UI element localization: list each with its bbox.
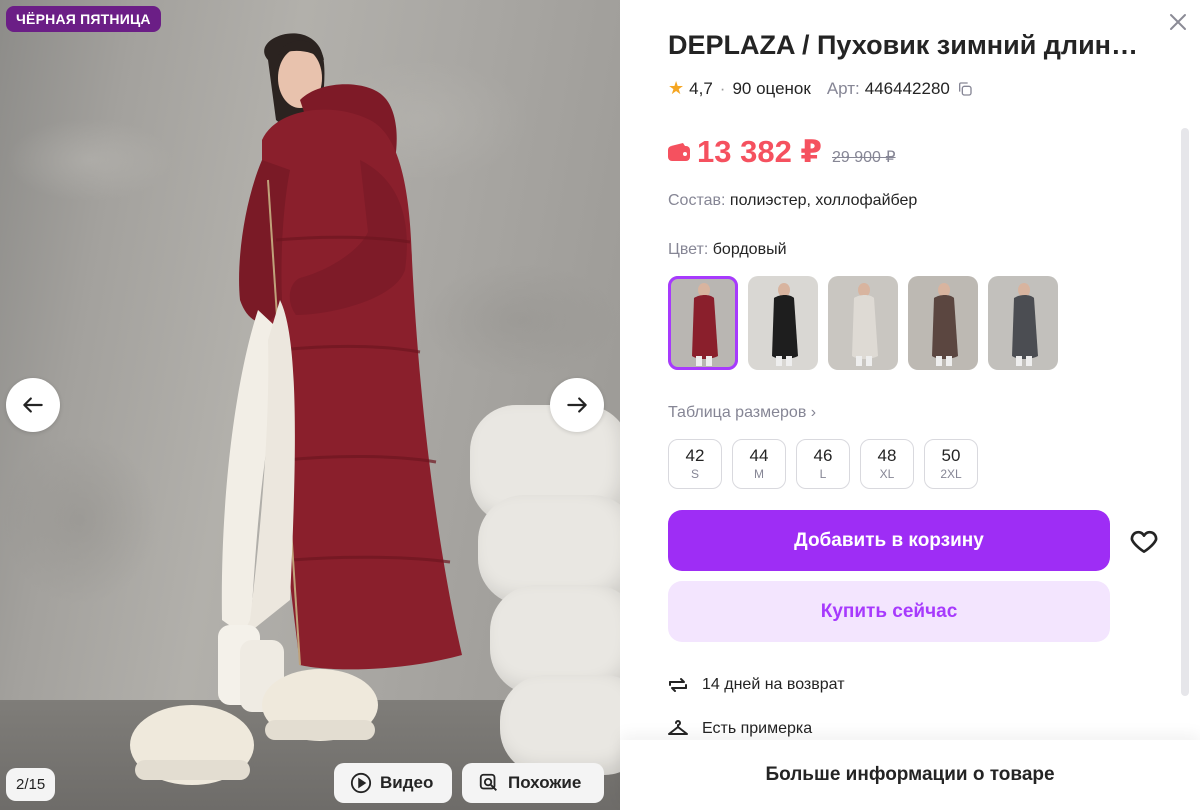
color-swatch[interactable] xyxy=(668,276,738,370)
image-search-icon xyxy=(479,773,497,791)
color-swatch[interactable] xyxy=(908,276,978,370)
color-swatch[interactable] xyxy=(988,276,1058,370)
composition-line: Состав: полиэстер, холлофайбер xyxy=(668,192,917,210)
more-info-button[interactable]: Больше информации о товаре xyxy=(620,740,1200,810)
price-row: 13 382 ₽ 29 900 ₽ xyxy=(668,134,896,170)
color-swatch[interactable] xyxy=(828,276,898,370)
arrow-right-icon xyxy=(567,397,587,413)
size-option[interactable]: 42 S xyxy=(668,439,722,489)
photo-counter: 2/15 xyxy=(6,768,56,801)
swatch-thumbnail xyxy=(1012,283,1038,366)
product-title: DEPLAZA / Пуховик зимний длин… xyxy=(668,30,1138,60)
size-option[interactable]: 44 M xyxy=(732,439,786,489)
product-meta: ★ 4,7 · 90 оценок Арт: 446442280 xyxy=(668,78,973,99)
size-letter: XL xyxy=(879,467,895,481)
old-price: 29 900 ₽ xyxy=(832,149,896,166)
composition-value: полиэстер, холлофайбер xyxy=(729,192,918,209)
swatch-thumbnail xyxy=(932,283,958,366)
add-to-cart-button[interactable]: Добавить в корзину xyxy=(668,510,1110,571)
model-in-coat-illustration xyxy=(130,33,462,785)
composition-label: Состав: xyxy=(668,192,726,209)
size-letter: L xyxy=(819,467,827,481)
product-photo[interactable]: ЧЁРНАЯ ПЯТНИЦА 2/15 Видео Похожие xyxy=(0,0,620,810)
arrow-left-icon xyxy=(23,397,43,413)
black-friday-badge: ЧЁРНАЯ ПЯТНИЦА xyxy=(6,6,161,32)
close-icon[interactable] xyxy=(1166,10,1190,34)
hanger-icon xyxy=(668,720,688,735)
similar-button[interactable]: Похожие xyxy=(462,763,604,803)
size-option[interactable]: 48 XL xyxy=(860,439,914,489)
next-photo-button[interactable] xyxy=(550,378,604,432)
color-label: Цвет: xyxy=(668,241,709,258)
color-swatches xyxy=(668,276,1058,370)
rating-value: 4,7 xyxy=(689,78,713,98)
size-selector: 42 S 44 M 46 L 48 XL 50 2XL xyxy=(668,439,978,489)
heart-icon[interactable] xyxy=(1128,525,1160,557)
similar-button-label: Похожие xyxy=(508,773,582,792)
swatch-thumbnail xyxy=(692,283,718,366)
size-letter: 2XL xyxy=(940,467,962,481)
fitting-feature: Есть примерка xyxy=(666,717,812,741)
article-label: Арт: xyxy=(826,78,860,98)
color-swatch[interactable] xyxy=(748,276,818,370)
reviews-count-link[interactable]: 90 оценок xyxy=(732,79,810,99)
video-button[interactable]: Видео xyxy=(334,763,452,803)
size-option[interactable]: 46 L xyxy=(796,439,850,489)
article-number: 446442280 xyxy=(864,78,950,98)
return-arrows-icon xyxy=(669,678,687,692)
swatch-thumbnail xyxy=(852,283,878,366)
size-number: 44 xyxy=(749,446,769,465)
panel-scrollbar[interactable] xyxy=(1181,128,1189,696)
play-circle-icon xyxy=(350,772,372,794)
copy-icon[interactable] xyxy=(957,81,973,97)
size-number: 42 xyxy=(685,446,705,465)
size-number: 46 xyxy=(813,446,833,465)
wallet-icon xyxy=(668,143,690,161)
size-letter: S xyxy=(690,467,699,481)
size-table-link[interactable]: Таблица размеров › xyxy=(668,404,816,422)
returns-feature: 14 дней на возврат xyxy=(666,673,845,697)
size-number: 50 xyxy=(941,446,961,465)
color-value: бордовый xyxy=(712,241,787,258)
separator-dot: · xyxy=(719,78,726,98)
swatch-thumbnail xyxy=(772,283,798,366)
more-info-label: Больше информации о товаре xyxy=(765,764,1055,785)
current-price: 13 382 ₽ xyxy=(697,134,822,169)
video-button-label: Видео xyxy=(380,773,434,792)
returns-text: 14 дней на возврат xyxy=(702,676,845,693)
size-option[interactable]: 50 2XL xyxy=(924,439,978,489)
prev-photo-button[interactable] xyxy=(6,378,60,432)
color-line: Цвет: бордовый xyxy=(668,241,787,259)
size-number: 48 xyxy=(877,446,897,465)
fitting-text: Есть примерка xyxy=(702,720,813,737)
size-letter: M xyxy=(754,467,764,481)
star-icon: ★ xyxy=(668,78,685,98)
buy-now-button[interactable]: Купить сейчас xyxy=(668,581,1110,642)
